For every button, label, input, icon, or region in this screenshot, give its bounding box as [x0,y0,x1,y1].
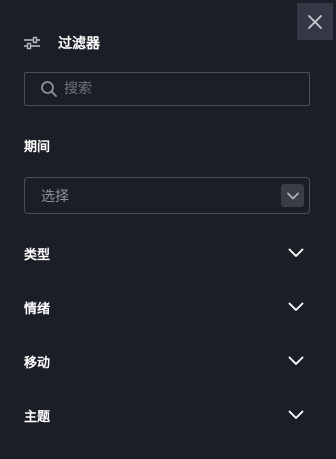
section-type[interactable]: 类型 [24,242,304,264]
section-label: 类型 [24,247,51,263]
chevron-down-icon [288,407,304,423]
section-emotion[interactable]: 情绪 [24,296,304,318]
search-field[interactable] [24,72,310,106]
close-icon [308,14,322,29]
section-theme[interactable]: 主题 [24,404,304,426]
period-select[interactable]: 选择 [24,177,310,214]
period-label: 期间 [24,140,51,155]
search-icon [40,80,58,98]
section-movement[interactable]: 移动 [24,350,304,372]
close-button[interactable] [297,3,333,40]
chevron-down-icon [288,299,304,315]
section-label: 情绪 [24,301,51,317]
chevron-down-icon [288,245,304,261]
panel-header: 过滤器 [24,33,100,53]
chevron-down-icon [288,353,304,369]
sliders-icon [24,36,40,50]
chevron-down-icon [281,184,304,207]
section-label: 移动 [24,355,51,371]
section-label: 主题 [24,409,51,425]
panel-title: 过滤器 [58,36,100,52]
search-input[interactable] [64,81,284,97]
period-select-value: 选择 [41,188,69,205]
